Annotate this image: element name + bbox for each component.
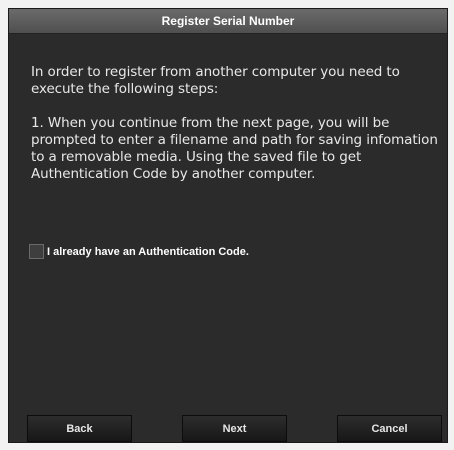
next-button[interactable]: Next	[182, 415, 287, 442]
auth-code-checkbox-label[interactable]: I already have an Authentication Code.	[47, 246, 249, 258]
instructions: In order to register from another comput…	[31, 64, 441, 200]
step-1-text: 1. When you continue from the next page,…	[31, 115, 438, 182]
intro-text: In order to register from another comput…	[31, 64, 400, 97]
back-button[interactable]: Back	[27, 415, 132, 442]
auth-code-checkbox[interactable]	[29, 244, 44, 259]
register-serial-dialog: Register Serial Number In order to regis…	[8, 8, 448, 443]
dialog-title: Register Serial Number	[9, 9, 447, 34]
auth-code-option[interactable]: I already have an Authentication Code.	[29, 244, 249, 259]
cancel-button[interactable]: Cancel	[337, 415, 442, 442]
